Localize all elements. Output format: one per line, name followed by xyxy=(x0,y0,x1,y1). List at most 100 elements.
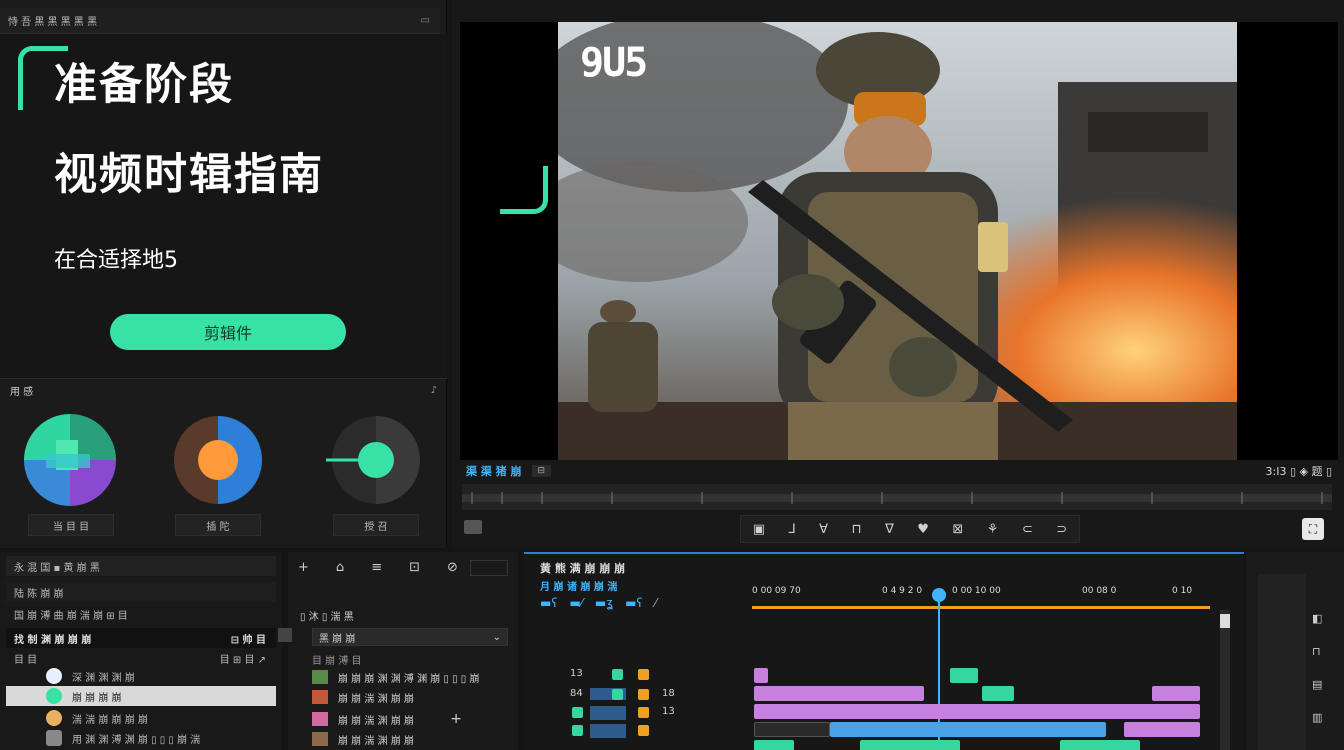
mark-in-icon[interactable]: ⅃ xyxy=(788,522,795,537)
link-icon[interactable]: ⊂ xyxy=(1022,522,1033,537)
track-toggle[interactable] xyxy=(638,689,649,700)
timeline-clip[interactable] xyxy=(1124,722,1200,737)
project-item[interactable]: 湍 湍 崩 崩 崩 崩 xyxy=(6,708,276,728)
preview-left-button[interactable] xyxy=(464,520,482,534)
close-icon[interactable]: ▭ xyxy=(421,15,430,26)
item-label: 崩 崩 崩 渊 渊 溥 渊 崩 ▯ ▯ ▯ 崩 xyxy=(338,673,480,685)
playhead-handle[interactable] xyxy=(932,588,946,602)
delete-icon[interactable]: ⊠ xyxy=(952,522,963,537)
tool-icon[interactable]: ▥ xyxy=(1312,711,1322,724)
filter-icon[interactable]: ⊘ xyxy=(447,560,458,575)
video-preview[interactable] xyxy=(558,22,1237,460)
hue-wheel-scope[interactable] xyxy=(168,410,268,510)
razor-tool-icon[interactable]: ▬⁄ xyxy=(569,596,582,610)
timeline-tools: ▬ʕ ▬⁄ ▬ʓ ▬ʕ ⁄ xyxy=(540,596,657,610)
timeline-clip[interactable] xyxy=(982,686,1014,701)
media-item[interactable]: 崩 崩 崩 渊 渊 溥 渊 崩 ▯ ▯ ▯ 崩 xyxy=(312,668,512,686)
timeline-clip[interactable] xyxy=(950,668,978,683)
track-header-bar[interactable] xyxy=(590,706,626,720)
grid-icon[interactable]: ⊡ xyxy=(409,560,420,575)
unlink-icon[interactable]: ⊃ xyxy=(1056,522,1067,537)
timeline-clip[interactable] xyxy=(1152,686,1200,701)
project-row[interactable]: 国 崩 溥 曲 崩 湍 崩 ⊞ 目 xyxy=(6,604,276,624)
timeline-clip[interactable] xyxy=(860,740,960,750)
home-icon[interactable]: ⌂ xyxy=(336,560,344,575)
dropdown-value: 黑 崩 崩 xyxy=(319,633,356,645)
effect-icon[interactable]: ⚘ xyxy=(987,522,999,537)
bracket-decoration xyxy=(500,166,548,214)
crop-icon[interactable]: ▣ xyxy=(753,522,765,537)
track-header-bar[interactable] xyxy=(590,724,626,738)
media-toolbar: + ⌂ ≡ ⊡ ⊘ xyxy=(298,560,458,575)
timeline-clip[interactable] xyxy=(754,704,1200,719)
preview-title: 渠 渠 猪 崩 xyxy=(466,465,522,478)
scope-label-2[interactable]: 插 陀 xyxy=(175,514,261,536)
item-thumbnail xyxy=(46,730,62,746)
scope-label-3[interactable]: 授 召 xyxy=(333,514,419,536)
track-toggle[interactable] xyxy=(612,689,623,700)
favorite-icon[interactable]: ♥ xyxy=(917,522,929,537)
timeline-clip[interactable] xyxy=(754,740,794,750)
media-subhead: 目 崩 溥 目 xyxy=(312,656,362,667)
media-collapse-button[interactable] xyxy=(278,628,292,642)
track-toggle[interactable] xyxy=(638,725,649,736)
split-icon[interactable]: ⊓ xyxy=(852,522,862,537)
timeline-scrollbar[interactable] xyxy=(1220,610,1230,750)
timeline-clip[interactable] xyxy=(754,722,830,737)
cta-button[interactable]: 剪辑件 xyxy=(110,314,346,350)
project-item[interactable]: 用 渊 渊 溥 渊 崩 ▯ ▯ ▯ 崩 湍 xyxy=(6,728,276,748)
item-label: 崩 崩 湍 渊 崩 崩 xyxy=(338,693,414,705)
level-wheel-scope[interactable] xyxy=(326,410,426,510)
pen-tool-icon[interactable]: ⁄ xyxy=(655,596,657,610)
timeline-clip[interactable] xyxy=(830,722,1106,737)
item-label: 湍 湍 崩 崩 崩 崩 xyxy=(72,714,148,726)
video-overlay-text: 9U5 xyxy=(580,40,648,86)
project-item-selected[interactable]: 崩 崩 崩 崩 xyxy=(6,686,276,706)
preview-scrubber[interactable] xyxy=(462,484,1332,510)
item-thumbnail xyxy=(46,668,62,684)
tool-icon[interactable]: ▤ xyxy=(1312,678,1322,691)
track-toggle[interactable] xyxy=(638,669,649,680)
add-icon[interactable]: + xyxy=(298,560,309,575)
media-item[interactable]: 崩 崩 湍 渊 崩 崩 xyxy=(312,688,512,706)
color-wheel-scope[interactable] xyxy=(20,410,120,510)
select-tool-icon[interactable]: ▬ʕ xyxy=(540,596,557,610)
timeline-clip[interactable] xyxy=(1060,740,1140,750)
tool-icon[interactable]: ◧ xyxy=(1312,612,1322,625)
scope-label-1[interactable]: 当 目 目 xyxy=(28,514,114,536)
project-columns: 目 目 目 ⊞ 目 ↗ xyxy=(6,648,276,668)
fullscreen-icon[interactable]: ⛶ xyxy=(1302,518,1324,540)
music-note-icon[interactable]: ♪ xyxy=(431,385,437,396)
track-toggle[interactable] xyxy=(612,669,623,680)
item-label: 崩 崩 湍 渊 崩 崩 xyxy=(338,715,414,727)
slip-tool-icon[interactable]: ▬ʓ xyxy=(595,596,613,610)
media-dropdown[interactable]: 黑 崩 崩 ⌄ xyxy=(312,628,508,646)
project-item[interactable]: 深 渊 渊 渊 崩 xyxy=(6,666,276,686)
mark-out-icon[interactable]: ∀ xyxy=(819,522,828,537)
preview-small-button[interactable]: ⊟ xyxy=(531,465,552,477)
track-number: 13 xyxy=(662,706,675,717)
item-thumbnail xyxy=(46,710,62,726)
preview-info-bar: 渠 渠 猪 崩 ⊟ 3:I3 ▯ ◈ 题 ▯ xyxy=(460,460,1338,482)
list-icon[interactable]: ≡ xyxy=(371,560,382,575)
project-folder-header[interactable]: 找 制 渊 崩 崩 崩 ⊟ 帅 目 xyxy=(6,628,276,648)
tool-icon[interactable]: ⊓ xyxy=(1312,645,1322,658)
track-toggle[interactable] xyxy=(638,707,649,718)
media-search-input[interactable] xyxy=(470,560,508,576)
trim-icon[interactable]: ∇ xyxy=(885,522,894,537)
item-thumbnail xyxy=(312,712,328,726)
template-tab[interactable]: 恃 吾 黑 黑 黑 黑 黑 ▭ xyxy=(0,8,440,34)
scrollbar-thumb[interactable] xyxy=(1220,614,1230,628)
media-item[interactable]: 崩 崩 湍 渊 崩 崩 + xyxy=(312,710,512,728)
hand-tool-icon[interactable]: ▬ʕ xyxy=(625,596,642,610)
track-toggle[interactable] xyxy=(572,707,583,718)
folder-controls[interactable]: ⊟ 帅 目 xyxy=(231,631,266,646)
timeline-clip[interactable] xyxy=(754,686,924,701)
columns-right[interactable]: 目 ⊞ 目 ↗ xyxy=(220,651,266,666)
add-icon[interactable]: + xyxy=(450,711,462,727)
project-row[interactable]: 陆 陈 崩 崩 xyxy=(6,582,276,602)
timeline-ruler[interactable]: 0 00 09 70 0 4 9 2 0 0 00 10 00 00 08 0 … xyxy=(752,586,1210,606)
timeline-clip[interactable] xyxy=(754,668,768,683)
track-toggle[interactable] xyxy=(572,725,583,736)
media-item[interactable]: 崩 崩 湍 渊 崩 崩 xyxy=(312,730,512,748)
